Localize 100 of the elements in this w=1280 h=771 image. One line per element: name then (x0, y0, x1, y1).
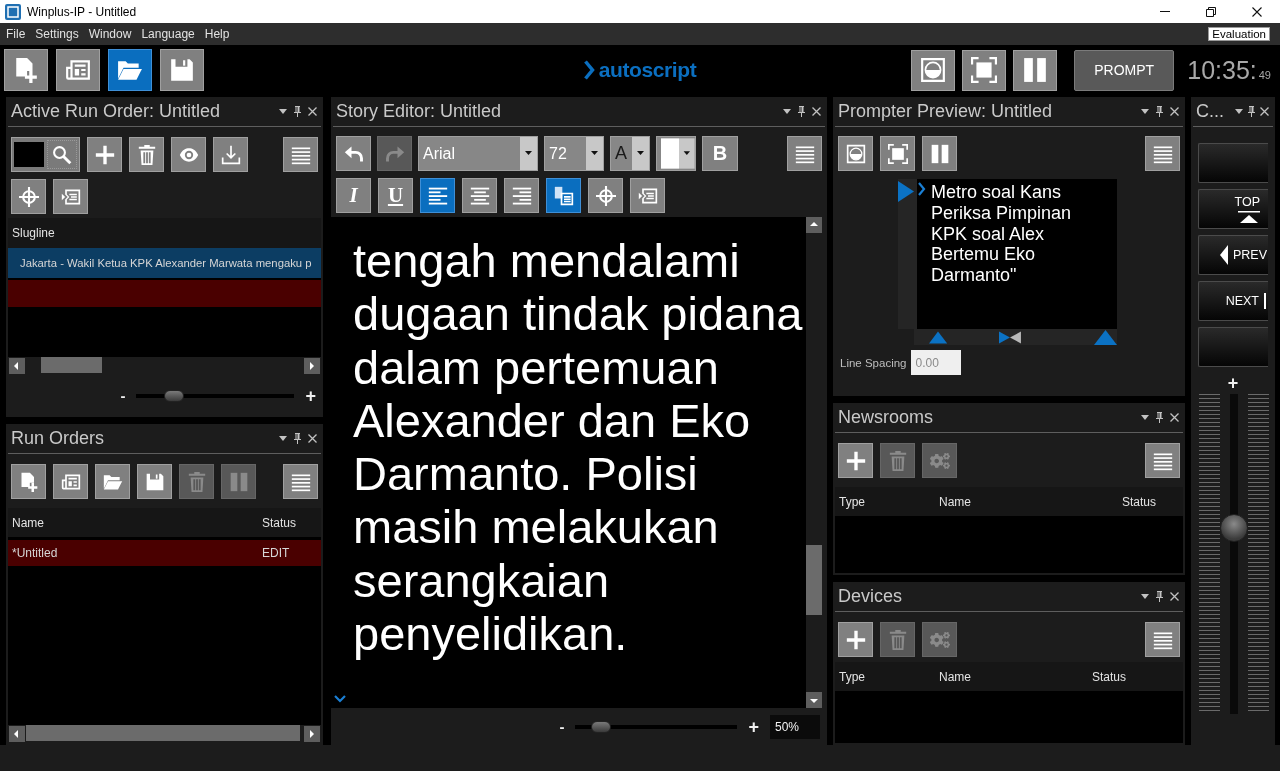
bold-button[interactable]: B (702, 136, 738, 171)
scrollbar-thumb[interactable] (806, 545, 822, 615)
close-icon[interactable] (812, 107, 821, 116)
font-size-select[interactable]: 72 (544, 136, 604, 171)
bowtie-marker-icon[interactable] (999, 330, 1021, 345)
caret-down-icon[interactable] (783, 109, 791, 114)
scroll-left-button[interactable] (9, 357, 25, 374)
search-button[interactable] (46, 140, 77, 169)
clock-seconds: 49 (1258, 68, 1271, 81)
caret-down-icon[interactable] (279, 436, 287, 441)
column-header: Name (939, 669, 972, 684)
scrollbar-thumb[interactable] (41, 357, 102, 373)
save-button[interactable] (160, 49, 204, 91)
align-right-button[interactable] (504, 178, 539, 213)
zoom-in-button[interactable]: + (305, 386, 316, 405)
menu-button[interactable] (1145, 136, 1180, 171)
zoom-out-button[interactable]: - (120, 388, 126, 403)
insert-button[interactable] (546, 178, 581, 213)
menu-item[interactable]: Settings (30, 27, 84, 41)
zoom-out-button[interactable]: - (559, 719, 565, 734)
scroll-up-button[interactable] (806, 217, 822, 233)
zoom-in-button[interactable]: + (748, 717, 759, 736)
open-button[interactable] (95, 464, 130, 499)
zoom-percent-field[interactable]: 50% (770, 714, 820, 739)
menu-button[interactable] (283, 464, 318, 499)
target-button[interactable] (11, 179, 46, 214)
add-button[interactable] (87, 137, 122, 172)
controller-button[interactable] (1198, 143, 1268, 183)
import-button[interactable] (213, 137, 248, 172)
caret-down-icon[interactable] (1141, 415, 1149, 420)
scroll-down-button[interactable] (806, 692, 822, 708)
menu-button[interactable] (1145, 443, 1180, 478)
mirror-button[interactable] (911, 49, 956, 91)
pin-icon[interactable] (1156, 412, 1163, 423)
pin-icon[interactable] (1156, 106, 1163, 117)
new-file-button[interactable] (11, 464, 46, 499)
right-arrow-icon (307, 360, 317, 371)
top-button[interactable]: TOP (1198, 189, 1268, 229)
text-color-select[interactable]: A (610, 136, 650, 171)
underline-button[interactable]: U (378, 178, 413, 213)
caret-down-icon[interactable] (279, 109, 287, 114)
target-button[interactable] (588, 178, 623, 213)
italic-button[interactable]: I (336, 178, 371, 213)
license-label: Evaluation (1208, 27, 1270, 41)
close-icon[interactable] (1170, 592, 1179, 601)
menu-button[interactable] (1145, 622, 1180, 657)
menu-item[interactable]: Window (83, 27, 137, 41)
pin-icon[interactable] (798, 106, 805, 117)
close-icon[interactable] (308, 107, 317, 116)
menu-item[interactable]: Help (199, 27, 235, 41)
align-center-button[interactable] (462, 178, 497, 213)
menu-item[interactable]: Language (136, 27, 200, 41)
align-left-button[interactable] (420, 178, 455, 213)
previous-button[interactable]: PREV (1198, 235, 1268, 275)
close-icon[interactable] (1170, 107, 1179, 116)
search-field[interactable] (14, 142, 44, 167)
font-select[interactable]: Arial (418, 136, 538, 171)
close-icon[interactable] (1260, 107, 1269, 116)
run-order-row[interactable]: *Untitled EDIT (8, 540, 321, 566)
pin-icon[interactable] (294, 106, 301, 117)
menu-item[interactable]: File (1, 27, 31, 41)
rundown-button[interactable] (53, 464, 88, 499)
slider-thumb[interactable] (1220, 513, 1248, 542)
scroll-left-button[interactable] (9, 725, 25, 742)
up-triangle-icon[interactable] (1094, 330, 1117, 345)
slider-thumb[interactable] (591, 720, 612, 733)
new-file-button[interactable] (4, 49, 48, 91)
pin-icon[interactable] (1156, 591, 1163, 602)
caret-down-icon[interactable] (1141, 594, 1149, 599)
scroll-right-button[interactable] (304, 357, 320, 374)
rundown-button[interactable] (56, 49, 100, 91)
controller-button[interactable] (1198, 327, 1268, 367)
fullscreen-button[interactable] (962, 49, 1007, 91)
caret-down-icon[interactable] (1141, 109, 1149, 114)
menu-button[interactable] (283, 137, 318, 172)
caret-down-icon[interactable] (1235, 109, 1243, 114)
cue-button[interactable] (53, 179, 88, 214)
delete-button[interactable] (129, 137, 164, 172)
add-button[interactable] (838, 622, 873, 657)
save-button[interactable] (137, 464, 172, 499)
slider-thumb[interactable] (164, 389, 185, 402)
highlight-color-select[interactable] (656, 136, 696, 171)
prompt-button[interactable]: PROMPT (1074, 49, 1175, 91)
close-icon[interactable] (1170, 413, 1179, 422)
scrollbar-thumb[interactable] (26, 725, 300, 741)
run-order-row[interactable]: Jakarta - Wakil Ketua KPK Alexander Marwata mengaku p (8, 248, 321, 278)
scroll-right-button[interactable] (304, 725, 320, 742)
pause-button[interactable] (1013, 49, 1058, 91)
cue-button[interactable] (630, 178, 665, 213)
pin-icon[interactable] (1248, 106, 1255, 117)
open-button[interactable] (108, 49, 152, 91)
add-button[interactable] (838, 443, 873, 478)
pin-icon[interactable] (294, 433, 301, 444)
close-icon[interactable] (308, 434, 317, 443)
undo-button[interactable] (336, 136, 371, 171)
menu-button[interactable] (787, 136, 822, 171)
next-button[interactable]: NEXT (1198, 281, 1268, 321)
preview-button[interactable] (171, 137, 206, 172)
up-triangle-icon[interactable] (929, 330, 948, 345)
line-spacing-label: Line Spacing (840, 356, 907, 369)
